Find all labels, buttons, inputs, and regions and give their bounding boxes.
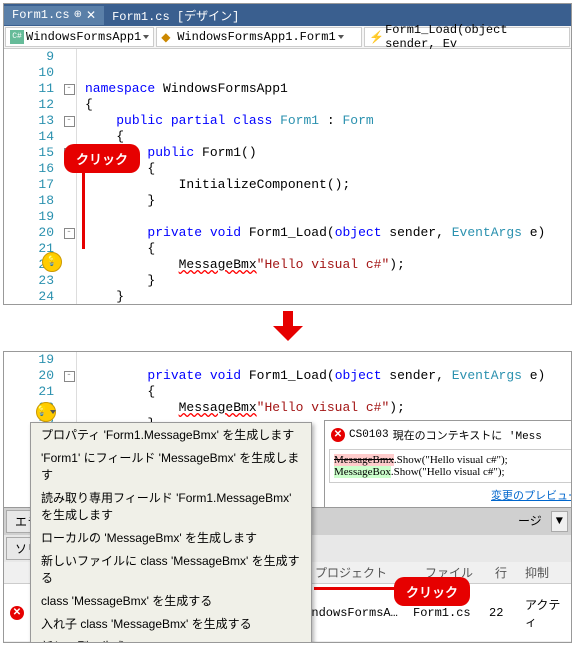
tab-label: Form1.cs xyxy=(12,8,70,22)
menu-gen-field[interactable]: 'Form1' にフィールド 'MessageBmx' を生成します xyxy=(31,446,311,486)
fold-box-icon[interactable]: - xyxy=(64,371,75,382)
menu-gen-nested-class[interactable]: 入れ子 class 'MessageBmx' を生成する xyxy=(31,612,311,635)
bc-class[interactable]: ◆WindowsFormsApp1.Form1 xyxy=(156,27,362,47)
code-area[interactable]: namespace WindowsFormsApp1 { public part… xyxy=(77,49,571,305)
fold-box-icon[interactable]: - xyxy=(64,84,75,95)
menu-gen-new-type[interactable]: 新しい型の生成... xyxy=(31,635,311,643)
diff-removed: MessageBmx xyxy=(334,454,394,466)
chevron-down-icon xyxy=(338,35,344,39)
pin-icon[interactable]: ⊕ xyxy=(74,9,82,21)
tab-form1-design[interactable]: Form1.cs [デザイン] xyxy=(104,5,247,26)
change-preview: ✕CS0103 現在のコンテキストに 'Mess MessageBmx.Show… xyxy=(324,420,572,508)
menu-gen-class-newfile[interactable]: 新しいファイルに class 'MessageBmx' を生成する xyxy=(31,549,311,589)
error-project: WindowsFormsA… xyxy=(297,606,407,620)
fold-box-icon[interactable]: - xyxy=(64,116,75,127)
pager-text: ージ xyxy=(512,510,548,533)
menu-gen-property[interactable]: プロパティ 'Form1.MessageBmx' を生成します xyxy=(31,423,311,446)
col-line[interactable]: 行 xyxy=(495,564,525,581)
csharp-icon: C# xyxy=(10,30,24,44)
bc-method[interactable]: ⚡Form1_Load(object sender, Ev xyxy=(364,27,570,47)
error-suppress: アクティ xyxy=(525,596,565,630)
error-text: 現在のコンテキストに 'Mess xyxy=(393,427,542,443)
tab-label: Form1.cs [デザイン] xyxy=(112,7,239,24)
tab-form1cs[interactable]: Form1.cs ⊕ ✕ xyxy=(4,6,104,25)
error-file: Form1.cs xyxy=(413,606,483,620)
chevron-down-icon xyxy=(50,410,56,414)
lightning-icon: ⚡ xyxy=(369,30,383,44)
menu-gen-readonly-field[interactable]: 読み取り専用フィールド 'Form1.MessageBmx' を生成します xyxy=(31,486,311,526)
callout-connector xyxy=(82,169,85,249)
code-editor[interactable]: 91011121314151617181920212223242526 ----… xyxy=(4,49,571,305)
error-icon: ✕ xyxy=(10,606,24,620)
chevron-down-icon xyxy=(143,35,149,39)
menu-gen-local[interactable]: ローカルの 'MessageBmx' を生成します xyxy=(31,526,311,549)
breadcrumb: C#WindowsFormsApp1 ◆WindowsFormsApp1.For… xyxy=(4,26,571,49)
preview-changes-link[interactable]: 変更のプレビュー xyxy=(491,491,572,503)
class-icon: ◆ xyxy=(161,30,175,44)
bc-project[interactable]: C#WindowsFormsApp1 xyxy=(5,27,154,47)
diff-added: MessageBox xyxy=(334,466,391,478)
menu-gen-class[interactable]: class 'MessageBmx' を生成する xyxy=(31,589,311,612)
error-line: 22 xyxy=(489,606,519,620)
fold-gutter: ---- xyxy=(62,49,77,305)
click-callout: クリック xyxy=(64,144,140,173)
lightbulb-icon[interactable]: 💡 xyxy=(42,252,62,272)
arrow-down-icon xyxy=(0,311,575,345)
error-code: CS0103 xyxy=(349,429,389,441)
callout-connector xyxy=(314,587,394,590)
col-suppress[interactable]: 抑制 xyxy=(525,564,565,581)
lightbulb-icon[interactable]: 💡 xyxy=(36,402,56,422)
close-icon[interactable]: ✕ xyxy=(86,8,96,23)
quickfix-menu: プロパティ 'Form1.MessageBmx' を生成します 'Form1' … xyxy=(30,422,312,643)
filter-button[interactable]: ▼ xyxy=(551,511,568,532)
fold-box-icon[interactable]: - xyxy=(64,228,75,239)
error-icon: ✕ xyxy=(331,428,345,442)
click-callout: クリック xyxy=(394,577,470,606)
